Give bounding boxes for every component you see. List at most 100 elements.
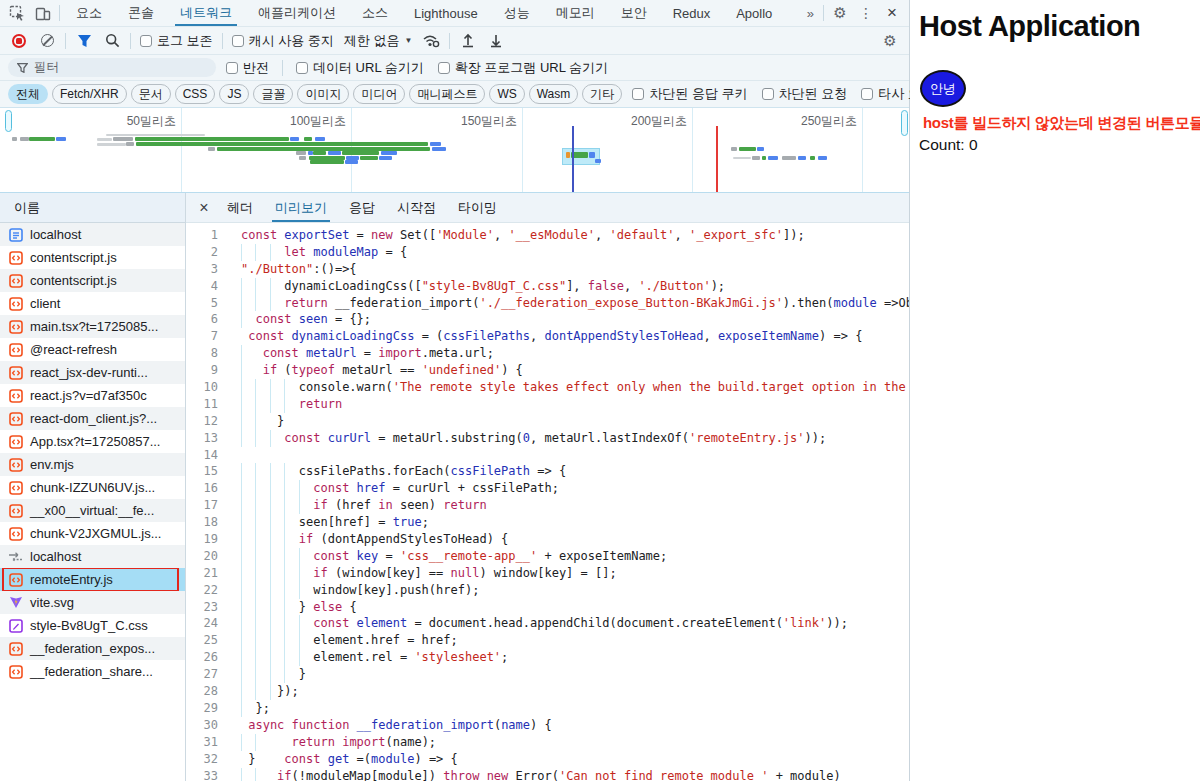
tab-보안[interactable]: 보안: [608, 0, 660, 26]
invert-filter-checkbox[interactable]: 반전: [222, 59, 273, 77]
request-row-main.tsxt1725085...[interactable]: main.tsx?t=1725085...: [0, 315, 185, 338]
waterfall-bar: [299, 156, 306, 160]
script-icon: [8, 641, 23, 656]
checkbox-차단된 응답 쿠키[interactable]: 차단된 응답 쿠키: [628, 85, 751, 103]
request-row-chunk-V2JXGMUL.js...[interactable]: chunk-V2JXGMUL.js...: [0, 522, 185, 545]
filter-chip-매니페스트[interactable]: 매니페스트: [409, 84, 485, 104]
request-row-localhost[interactable]: localhost: [0, 545, 185, 568]
filter-chip-미디어[interactable]: 미디어: [353, 84, 405, 104]
search-icon[interactable]: [99, 30, 125, 52]
tab-메모리[interactable]: 메모리: [543, 0, 608, 26]
clear-network-log-icon[interactable]: [34, 30, 60, 52]
checkbox-box[interactable]: [226, 62, 238, 74]
tab-Lighthouse[interactable]: Lighthouse: [401, 0, 491, 26]
checkbox-차단된 요청[interactable]: 차단된 요청: [758, 85, 852, 103]
inspect-element-icon[interactable]: [4, 3, 30, 23]
request-row-react-domclient.js...[interactable]: react-dom_client.js?...: [0, 407, 185, 430]
tab-요소[interactable]: 요소: [63, 0, 115, 26]
hide-extension-urls-checkbox[interactable]: 확장 프로그램 URL 숨기기: [434, 59, 612, 77]
request-label: react-dom_client.js?...: [30, 411, 157, 426]
filter-chip-문서[interactable]: 문서: [131, 84, 171, 104]
detail-tab-응답[interactable]: 응답: [338, 193, 386, 222]
request-row-vite.svg[interactable]: vite.svg: [0, 591, 185, 614]
request-row-x00virtualfe...[interactable]: __x00__virtual:__fe...: [0, 499, 185, 522]
export-har-icon[interactable]: [455, 30, 481, 52]
request-row-env.mjs[interactable]: env.mjs: [0, 453, 185, 476]
detail-tab-미리보기[interactable]: 미리보기: [264, 193, 338, 222]
code-line: const exportSet = new Set(['Module', '__…: [241, 228, 805, 242]
request-row-App.tsxt17250857...[interactable]: App.tsx?t=17250857...: [0, 430, 185, 453]
detail-tab-타이밍[interactable]: 타이밍: [447, 193, 508, 222]
network-settings-gear-icon[interactable]: ⚙: [877, 31, 903, 51]
checkbox-box[interactable]: [438, 62, 450, 74]
request-row-client[interactable]: client: [0, 292, 185, 315]
filter-chip-CSS[interactable]: CSS: [175, 84, 216, 104]
checkbox-box[interactable]: [140, 35, 152, 47]
detail-tab-시작점[interactable]: 시작점: [386, 193, 447, 222]
hide-data-urls-checkbox[interactable]: 데이터 URL 숨기기: [292, 59, 428, 77]
disable-cache-checkbox[interactable]: 캐시 사용 중지: [228, 32, 338, 50]
checkbox-box[interactable]: [861, 88, 873, 100]
filter-chip-이미지[interactable]: 이미지: [297, 84, 349, 104]
close-devtools-icon[interactable]: ×: [879, 3, 905, 23]
filter-chip-기타[interactable]: 기타: [582, 84, 622, 104]
tab-성능[interactable]: 성능: [491, 0, 543, 26]
request-row-react.jsvd7af350c[interactable]: react.js?v=d7af350c: [0, 384, 185, 407]
request-row-localhost[interactable]: localhost: [0, 223, 185, 246]
tab-Redux[interactable]: Redux: [660, 0, 724, 26]
settings-gear-icon[interactable]: ⚙: [827, 3, 853, 23]
preview-code-viewer[interactable]: 1const exportSet = new Set(['Module', '_…: [186, 223, 909, 781]
tab-애플리케이션[interactable]: 애플리케이션: [245, 0, 349, 26]
request-row-style-Bv8UgTC.css[interactable]: style-Bv8UgT_C.css: [0, 614, 185, 637]
throttling-dropdown[interactable]: 제한 없음▼: [340, 32, 417, 50]
preserve-log-checkbox[interactable]: 로그 보존: [136, 32, 217, 50]
tab-소스[interactable]: 소스: [349, 0, 401, 26]
overview-window-handle[interactable]: [901, 110, 908, 136]
hello-button[interactable]: 안녕: [920, 70, 966, 107]
device-toolbar-icon[interactable]: [30, 3, 56, 23]
waterfall-bar: [346, 156, 359, 160]
filter-chip-JS[interactable]: JS: [219, 84, 249, 104]
record-network-log-icon[interactable]: [6, 30, 32, 52]
request-row-federationshare...[interactable]: __federation_share...: [0, 660, 185, 683]
tab-네트워크[interactable]: 네트워크: [167, 0, 245, 26]
detail-tab-헤더[interactable]: 헤더: [216, 193, 264, 222]
waterfall-bar: [379, 156, 392, 160]
request-row-react-refresh[interactable]: @react-refresh: [0, 338, 185, 361]
waterfall-bar: [328, 151, 341, 155]
line-number: 22: [186, 582, 218, 599]
tab-콘솔[interactable]: 콘솔: [115, 0, 167, 26]
requests-name-column-header[interactable]: 이름: [0, 193, 185, 223]
script-icon: [8, 273, 23, 288]
overview-window-handle[interactable]: [5, 110, 12, 132]
checkbox-box[interactable]: [632, 88, 644, 100]
checkbox-box[interactable]: [232, 35, 244, 47]
checkbox-box[interactable]: [296, 62, 308, 74]
waterfall-bar: [589, 152, 595, 158]
kebab-menu-icon[interactable]: ⋮: [853, 3, 879, 23]
request-row-federationexpos...[interactable]: __federation_expos...: [0, 637, 185, 660]
filter-chip-Fetch/XHR[interactable]: Fetch/XHR: [52, 84, 127, 104]
timeline-label: 200밀리초: [631, 113, 687, 130]
css-icon: [8, 618, 23, 633]
filter-funnel-icon[interactable]: [71, 30, 97, 52]
filter-chip-WS[interactable]: WS: [489, 84, 524, 104]
filter-chip-전체[interactable]: 전체: [8, 84, 48, 104]
request-row-contentscript.js[interactable]: contentscript.js: [0, 246, 185, 269]
filter-chip-Wasm[interactable]: Wasm: [529, 84, 579, 104]
import-har-icon[interactable]: [483, 30, 509, 52]
network-overview-timeline[interactable]: 50밀리초100밀리초150밀리초200밀리초250밀리초: [0, 108, 909, 193]
filter-input[interactable]: 필터: [8, 58, 216, 77]
request-row-reactjsx-dev-runti...[interactable]: react_jsx-dev-runti...: [0, 361, 185, 384]
checkbox-box[interactable]: [762, 88, 774, 100]
close-detail-icon[interactable]: ×: [192, 196, 216, 220]
devtools-tabbar: 요소콘솔네트워크애플리케이션소스Lighthouse성능메모리보안ReduxAp…: [0, 0, 909, 27]
more-tabs-chevron[interactable]: »: [801, 6, 820, 21]
request-row-chunk-IZZUN6UV.js...[interactable]: chunk-IZZUN6UV.js...: [0, 476, 185, 499]
request-row-contentscript.js[interactable]: contentscript.js: [0, 269, 185, 292]
filter-chip-글꼴[interactable]: 글꼴: [253, 84, 293, 104]
waterfall-bar: [309, 156, 345, 160]
network-conditions-icon[interactable]: [418, 30, 444, 52]
request-row-remoteEntry.js[interactable]: remoteEntry.js: [0, 568, 185, 591]
tab-Apollo[interactable]: Apollo: [723, 0, 785, 26]
